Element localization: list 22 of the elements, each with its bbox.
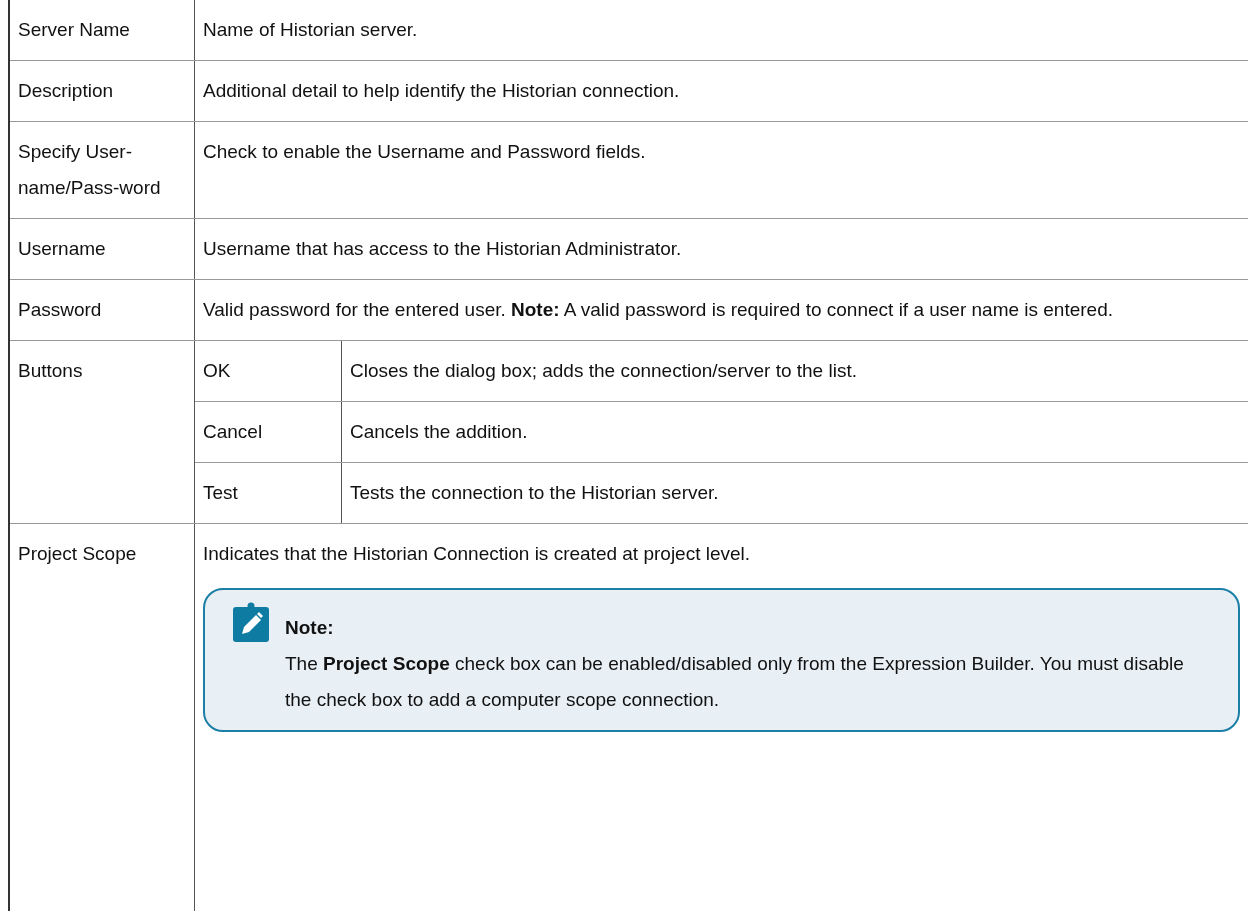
parameter-name: Specify User-name/Pass-word xyxy=(10,122,195,218)
parameter-name: Password xyxy=(10,280,195,340)
parameter-description: Valid password for the entered user. Note: A valid password is required to connect if a user name is entered. xyxy=(202,298,1115,322)
button-description: Closes the dialog box; adds the connection/server to the list. xyxy=(349,359,858,383)
note-text: The Project Scope check box can be enabled/disabled only from the Expression Builder. You must disable the check box to add a computer scope connection. xyxy=(285,652,1185,712)
button-name: Test xyxy=(195,463,342,523)
parameter-name: Description xyxy=(10,61,195,121)
parameter-name: Server Name xyxy=(10,0,195,60)
parameter-description: Check to enable the Username and Password fields. xyxy=(202,140,647,164)
parameter-description: Additional detail to help identify the Historian connection. xyxy=(202,79,681,103)
parameter-name: Username xyxy=(10,219,195,279)
parameter-description: Name of Historian server. xyxy=(202,18,419,42)
button-description: Tests the connection to the Historian server. xyxy=(349,481,720,505)
button-description: Cancels the addition. xyxy=(349,420,529,444)
button-name: OK xyxy=(195,341,342,401)
button-name: Cancel xyxy=(195,402,342,462)
clipboard-pencil-icon xyxy=(233,602,269,642)
parameter-name: Project Scope xyxy=(10,524,195,911)
note-title: Note: xyxy=(285,616,335,640)
parameter-name: Buttons xyxy=(10,341,195,523)
parameter-description: Username that has access to the Historian Administrator. xyxy=(202,237,683,261)
parameter-description: Indicates that the Historian Connection is created at project level. xyxy=(203,542,752,566)
